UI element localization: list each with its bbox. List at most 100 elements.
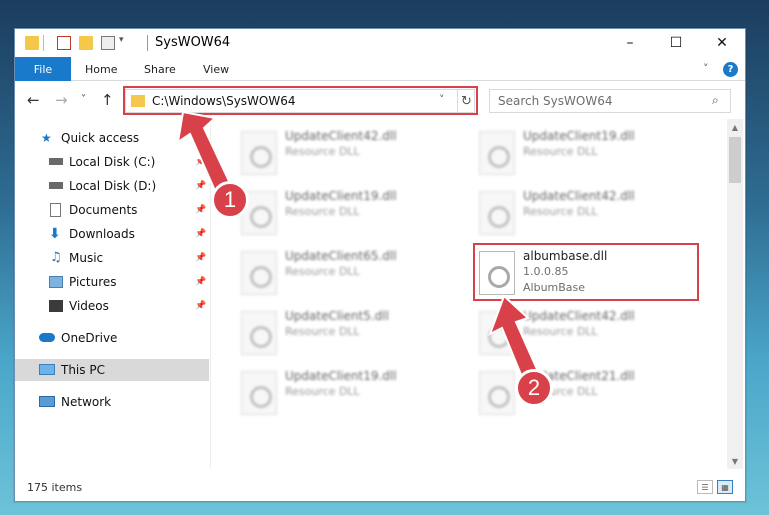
sidebar-item-local-disk-d[interactable]: Local Disk (D:) 📌 — [15, 175, 209, 197]
sidebar-item-label: This PC — [61, 363, 105, 377]
file-name: UpdateClient42.dll — [285, 129, 397, 143]
window-title: SysWOW64 — [155, 35, 231, 50]
back-button[interactable]: ← — [27, 91, 40, 109]
ribbon-tabs: File Home Share View ˅ ? — [15, 57, 745, 81]
recent-locations-chevron-icon[interactable]: ˅ — [81, 94, 86, 105]
help-icon[interactable]: ? — [723, 62, 738, 77]
list-item[interactable]: UpdateClient42.dll Resource DLL — [475, 187, 705, 241]
ribbon-collapse-icon[interactable]: ˅ — [703, 62, 709, 75]
list-item[interactable]: UpdateClient42.dll Resource DLL — [237, 127, 467, 181]
pin-icon[interactable]: 📌 — [195, 229, 206, 239]
pin-icon[interactable]: 📌 — [195, 277, 206, 287]
file-name: UpdateClient42.dll — [523, 309, 635, 323]
list-item[interactable]: UpdateClient19.dll Resource DLL — [237, 367, 467, 421]
status-bar: 175 items ☰ ▦ — [15, 475, 745, 501]
network-icon — [39, 396, 55, 407]
item-count: 175 items — [27, 481, 83, 494]
scroll-down-icon[interactable]: ▼ — [727, 453, 743, 469]
navigation-pane: ★ Quick access Local Disk (C:) 📌 Local D… — [15, 119, 211, 469]
list-item[interactable]: UpdateClient21.dll Resource DLL — [475, 367, 705, 421]
sidebar-item-videos[interactable]: Videos 📌 — [15, 295, 209, 317]
tab-home[interactable]: Home — [85, 57, 117, 81]
quick-access-toolbar-icon[interactable] — [101, 36, 115, 50]
file-name: UpdateClient42.dll — [523, 189, 635, 203]
pin-icon[interactable]: 📌 — [195, 205, 206, 215]
step1-badge: 1 — [211, 181, 249, 219]
sidebar-item-network[interactable]: Network — [15, 391, 209, 413]
title-separator — [147, 35, 148, 51]
sidebar-item-label: Quick access — [61, 131, 140, 145]
new-folder-icon[interactable] — [79, 36, 93, 50]
search-icon[interactable]: ⌕ — [712, 93, 719, 108]
tab-share[interactable]: Share — [144, 57, 176, 81]
sidebar-item-label: OneDrive — [61, 331, 118, 345]
sidebar-item-local-disk-c[interactable]: Local Disk (C:) 📌 — [15, 151, 209, 173]
search-input[interactable]: Search SysWOW64 ⌕ — [489, 89, 731, 113]
pin-icon[interactable]: 📌 — [195, 301, 206, 311]
file-type: Resource DLL — [285, 265, 360, 278]
list-item[interactable]: UpdateClient65.dll Resource DLL — [237, 247, 467, 301]
list-item[interactable]: UpdateClient42.dll Resource DLL — [475, 307, 705, 361]
large-icons-view-icon[interactable]: ▦ — [717, 480, 733, 494]
pin-icon[interactable]: 📌 — [195, 253, 206, 263]
sidebar-item-onedrive[interactable]: OneDrive — [15, 327, 209, 349]
list-item[interactable]: UpdateClient19.dll Resource DLL — [237, 187, 467, 241]
dll-file-icon — [479, 311, 515, 355]
drive-icon — [49, 182, 63, 189]
close-button[interactable]: ✕ — [699, 29, 745, 57]
sidebar-item-label: Local Disk (C:) — [69, 155, 156, 169]
file-name: UpdateClient19.dll — [285, 189, 397, 203]
properties-icon[interactable] — [57, 36, 71, 50]
sidebar-item-label: Music — [69, 251, 104, 265]
details-view-icon[interactable]: ☰ — [697, 480, 713, 494]
sidebar-item-downloads[interactable]: ⬇ Downloads 📌 — [15, 223, 209, 245]
drive-icon — [49, 158, 63, 165]
maximize-button[interactable]: ☐ — [653, 29, 699, 57]
folder-icon — [25, 36, 39, 50]
file-name: UpdateClient19.dll — [523, 129, 635, 143]
minimize-button[interactable]: – — [607, 29, 653, 57]
sidebar-item-documents[interactable]: Documents 📌 — [15, 199, 209, 221]
file-type: Resource DLL — [285, 145, 360, 158]
file-type: Resource DLL — [523, 205, 598, 218]
list-item[interactable]: UpdateClient19.dll Resource DLL — [475, 127, 705, 181]
video-icon — [49, 300, 63, 312]
sidebar-item-label: Videos — [69, 299, 109, 313]
explorer-window: ▾ SysWOW64 – ☐ ✕ File Home Share View ˅ … — [14, 28, 746, 502]
sidebar-item-quick-access[interactable]: ★ Quick access — [15, 127, 209, 149]
dll-file-icon — [241, 131, 277, 175]
title-bar: ▾ SysWOW64 – ☐ ✕ — [15, 29, 745, 57]
music-icon: ♫ — [50, 250, 62, 265]
file-name: UpdateClient5.dll — [285, 309, 389, 323]
vertical-scrollbar[interactable]: ▲ ▼ — [727, 119, 743, 469]
file-type: Resource DLL — [523, 325, 598, 338]
sidebar-item-label: Documents — [69, 203, 138, 217]
pin-icon[interactable]: 📌 — [195, 157, 206, 167]
tab-view[interactable]: View — [203, 57, 229, 81]
sidebar-item-label: Network — [61, 395, 112, 409]
sidebar-item-pictures[interactable]: Pictures 📌 — [15, 271, 209, 293]
file-list: UpdateClient42.dll Resource DLL UpdateCl… — [213, 119, 727, 469]
pin-icon[interactable]: 📌 — [195, 181, 206, 191]
search-placeholder: Search SysWOW64 — [498, 94, 613, 108]
file-name: UpdateClient65.dll — [285, 249, 397, 263]
document-icon — [50, 203, 61, 217]
file-type: Resource DLL — [285, 205, 360, 218]
download-icon: ⬇ — [49, 226, 61, 242]
tab-file[interactable]: File — [15, 57, 71, 81]
up-button[interactable]: ↑ — [101, 91, 114, 109]
dll-file-icon — [241, 251, 277, 295]
file-highlight-box — [473, 243, 699, 301]
dll-file-icon — [479, 191, 515, 235]
sidebar-item-music[interactable]: ♫ Music 📌 — [15, 247, 209, 269]
forward-button[interactable]: → — [55, 91, 68, 109]
scroll-thumb[interactable] — [729, 137, 741, 183]
address-highlight-box — [123, 86, 478, 115]
list-item[interactable]: UpdateClient5.dll Resource DLL — [237, 307, 467, 361]
cloud-icon — [39, 333, 55, 342]
customize-toolbar-chevron-icon[interactable]: ▾ — [119, 35, 124, 45]
sidebar-item-label: Pictures — [69, 275, 117, 289]
sidebar-item-this-pc[interactable]: This PC — [15, 359, 209, 381]
scroll-up-icon[interactable]: ▲ — [727, 119, 743, 135]
file-type: Resource DLL — [285, 325, 360, 338]
